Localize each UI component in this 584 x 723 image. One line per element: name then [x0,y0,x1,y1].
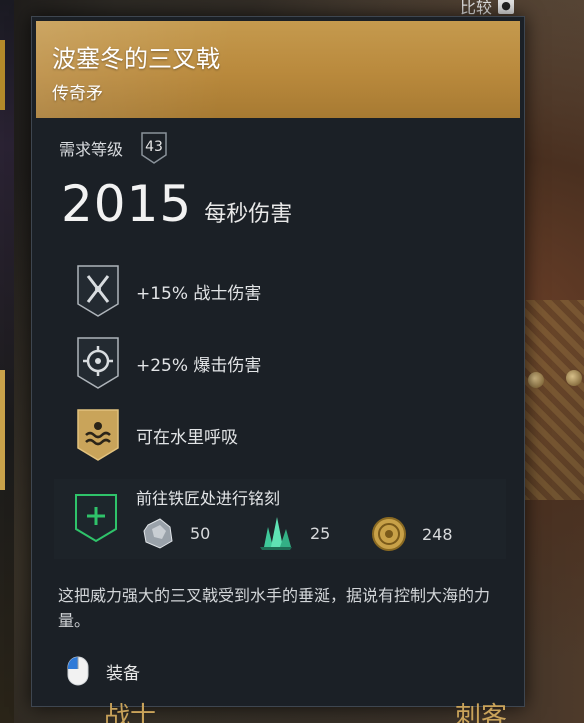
tab-warrior[interactable]: 战士 [104,696,156,723]
material-crystal: 25 [256,515,330,551]
perk-row: +25% 爆击伤害 [62,333,514,393]
required-level-row: 需求等级 43 [59,131,169,165]
iron-ore-icon [143,518,173,549]
dps-label: 每秒伤害 [204,202,293,227]
material-amount: 50 [190,523,211,543]
perk-text: +15% 战士伤害 [136,283,262,304]
left-accent-top [0,40,5,110]
equip-button[interactable]: 装备 [66,655,140,687]
item-name: 波塞冬的三叉戟 [52,45,220,73]
engrave-section[interactable]: 前往铁匠处进行铭刻 50 25 248 [54,479,506,559]
crossed-swords-icon [74,262,122,320]
perk-text: 可在水里呼吸 [136,427,238,448]
material-coin: 248 [370,515,453,553]
tab-assassin[interactable]: 刺客 [455,696,507,723]
water-waves-icon [74,406,122,464]
engrave-title: 前往铁匠处进行铭刻 [136,489,281,508]
character-armor-pattern [522,300,584,500]
perk-row: 可在水里呼吸 [74,405,514,465]
armor-stud [528,372,544,388]
perk-text: +25% 爆击伤害 [136,355,262,376]
mouse-left-click-icon [67,656,89,686]
left-accent-bottom [0,370,5,490]
required-level-value: 43 [145,139,163,155]
coin-icon [372,517,406,551]
item-tooltip-panel: 波塞冬的三叉戟 传奇矛 需求等级 43 2015 每秒伤害 +15% 战士伤害 [31,16,525,707]
material-iron: 50 [140,515,210,551]
material-amount: 25 [310,523,331,543]
engrave-plus-icon [74,493,118,543]
item-rarity: 传奇矛 [52,84,103,104]
dps-value: 2015 [61,175,193,233]
crosshair-icon [62,334,122,392]
item-header: 波塞冬的三叉戟 传奇矛 [36,21,520,118]
required-level-label: 需求等级 [59,140,124,159]
item-description: 这把威力强大的三叉戟受到水手的垂涎，据说有控制大海的力量。 [58,586,491,630]
compare-key-icon: ● [498,0,514,14]
level-badge: 43 [139,131,169,165]
perk-row: +15% 战士伤害 [74,261,514,321]
armor-stud [566,370,582,386]
crystal-icon [260,517,292,550]
dps-row: 2015 每秒伤害 [61,175,292,233]
equip-label: 装备 [106,663,140,684]
left-inventory-strip [0,0,14,723]
material-amount: 248 [422,524,453,544]
